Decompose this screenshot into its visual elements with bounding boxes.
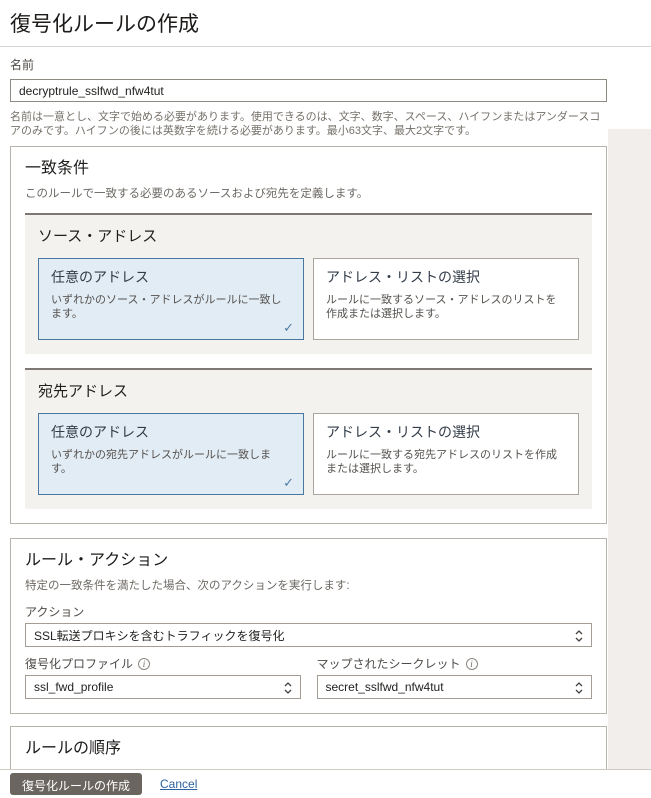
- info-icon[interactable]: i: [465, 658, 478, 670]
- mapped-secret-value: secret_sslfwd_nfw4tut: [325, 680, 444, 694]
- create-decryption-rule-page: 復号化ルールの作成 名前 名前は一意とし、文字で始める必要があります。使用できる…: [0, 0, 651, 798]
- name-label: 名前: [10, 58, 35, 72]
- create-decryption-rule-button[interactable]: 復号化ルールの作成: [10, 773, 143, 795]
- name-input[interactable]: [10, 79, 607, 102]
- source-address-section: ソース・アドレス 任意のアドレス いずれかのソース・アドレスがルールに一致します…: [25, 213, 592, 354]
- destination-any-address-card[interactable]: 任意のアドレス いずれかの宛先アドレスがルールに一致します。 ✓: [38, 413, 304, 495]
- match-conditions-panel: 一致条件 このルールで一致する必要のあるソースおよび宛先を定義します。 ソース・…: [10, 146, 607, 524]
- name-field-group: 名前 名前は一意とし、文字で始める必要があります。使用できるのは、文字、数字、ス…: [10, 47, 607, 138]
- rule-action-title: ルール・アクション: [25, 552, 169, 569]
- card-description: ルールに一致する宛先アドレスのリストを作成または選択します。: [326, 449, 557, 475]
- card-description: ルールに一致するソース・アドレスのリストを作成または選択します。: [326, 294, 557, 320]
- match-conditions-subtitle: このルールで一致する必要のあるソースおよび宛先を定義します。: [25, 188, 369, 200]
- card-title: アドレス・リストの選択: [326, 269, 480, 285]
- decryption-profile-select[interactable]: ssl_fwd_profile: [25, 675, 301, 699]
- card-description: いずれかのソース・アドレスがルールに一致します。: [51, 294, 282, 320]
- rule-order-title: ルールの順序: [25, 740, 122, 757]
- decryption-profile-label: 復号化プロファイル: [25, 657, 134, 671]
- action-select-value: SSL転送プロキシを含むトラフィックを復号化: [34, 628, 285, 643]
- destination-select-address-list-card[interactable]: アドレス・リストの選択 ルールに一致する宛先アドレスのリストを作成または選択しま…: [313, 413, 579, 495]
- page-title: 復号化ルールの作成: [10, 13, 199, 36]
- action-select[interactable]: SSL転送プロキシを含むトラフィックを復号化: [25, 623, 592, 647]
- rule-action-panel: ルール・アクション 特定の一致条件を満たした場合、次のアクションを実行します: …: [10, 538, 607, 714]
- footer-action-bar: 復号化ルールの作成 Cancel: [0, 769, 651, 798]
- destination-address-title: 宛先アドレス: [38, 383, 129, 400]
- rule-action-subtitle: 特定の一致条件を満たした場合、次のアクションを実行します:: [25, 580, 350, 592]
- action-label: アクション: [25, 605, 85, 619]
- card-title: アドレス・リストの選択: [326, 424, 480, 440]
- select-updown-chevrons-icon: [575, 630, 583, 642]
- source-select-address-list-card[interactable]: アドレス・リストの選択 ルールに一致するソース・アドレスのリストを作成または選択…: [313, 258, 579, 340]
- select-updown-chevrons-icon: [284, 682, 291, 694]
- name-help-text: 名前は一意とし、文字で始める必要があります。使用できるのは、文字、数字、スペース…: [10, 111, 601, 137]
- mapped-secret-select[interactable]: secret_sslfwd_nfw4tut: [316, 675, 592, 699]
- source-any-address-card[interactable]: 任意のアドレス いずれかのソース・アドレスがルールに一致します。 ✓: [38, 258, 304, 340]
- decryption-profile-value: ssl_fwd_profile: [34, 680, 114, 694]
- page-background-strip: [608, 129, 651, 769]
- info-icon[interactable]: i: [138, 658, 151, 670]
- select-updown-chevrons-icon: [575, 682, 583, 694]
- card-description: いずれかの宛先アドレスがルールに一致します。: [51, 449, 271, 475]
- page-header: 復号化ルールの作成: [0, 0, 651, 47]
- source-address-title: ソース・アドレス: [38, 228, 158, 245]
- destination-address-section: 宛先アドレス 任意のアドレス いずれかの宛先アドレスがルールに一致します。 ✓ …: [25, 368, 592, 509]
- check-icon: ✓: [283, 320, 294, 335]
- card-title: 任意のアドレス: [51, 424, 149, 440]
- cancel-link[interactable]: Cancel: [160, 777, 197, 791]
- check-icon: ✓: [283, 475, 294, 490]
- match-conditions-title: 一致条件: [25, 160, 90, 177]
- card-title: 任意のアドレス: [51, 269, 149, 285]
- mapped-secret-label: マップされたシークレット: [316, 657, 461, 671]
